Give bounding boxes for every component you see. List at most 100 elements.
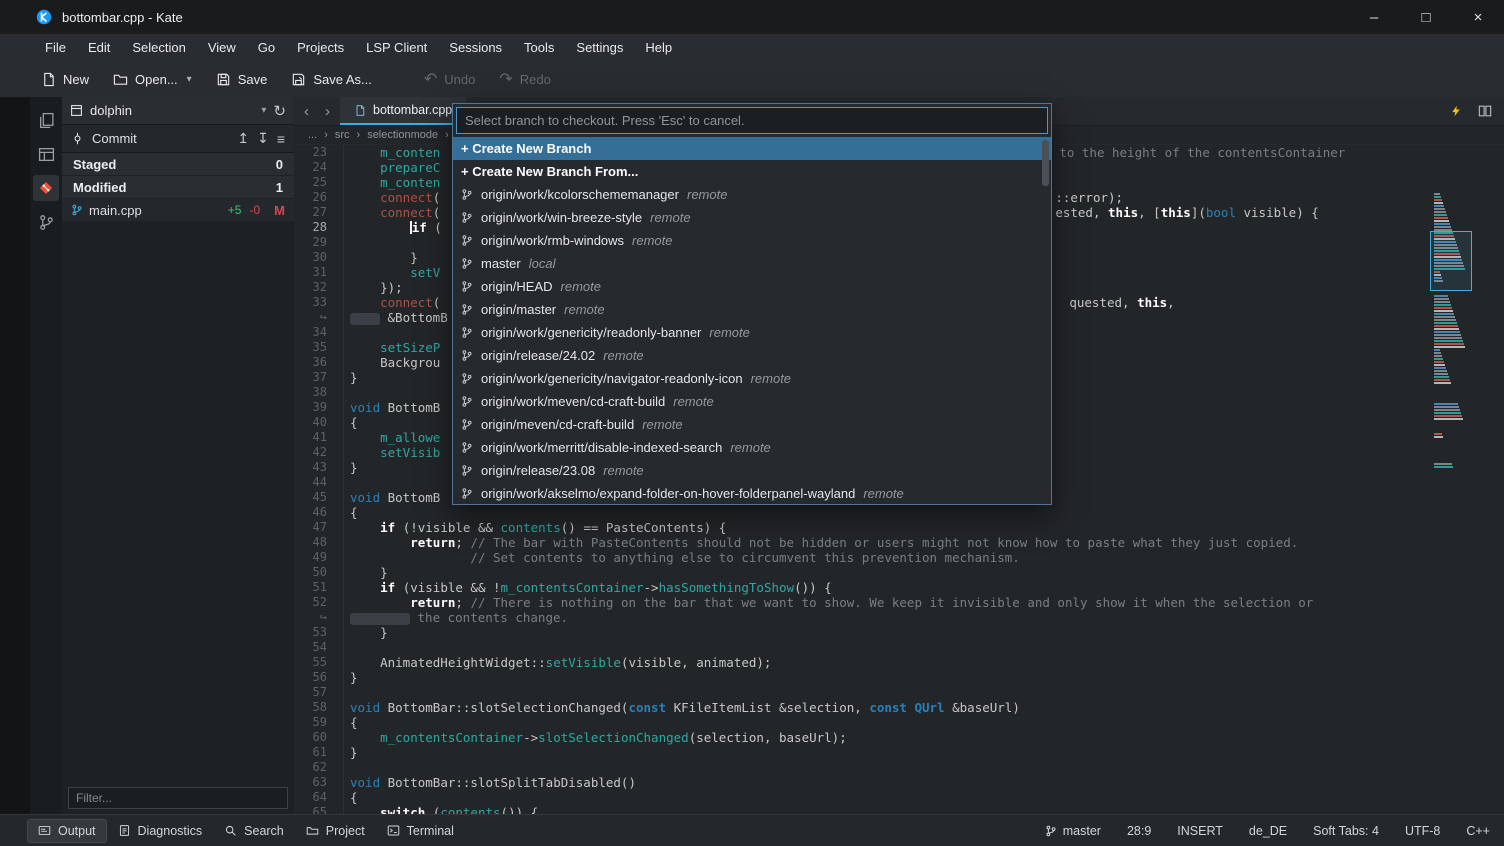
branch-item[interactable]: origin/work/kcolorschememanager remote (453, 183, 1051, 206)
push-icon[interactable]: ↥ (237, 130, 249, 147)
cursor-position[interactable]: 28:9 (1127, 824, 1151, 838)
code-line[interactable]: 60 m_contentsContainer->slotSelectionCha… (294, 730, 1504, 745)
git-panel-button[interactable] (33, 175, 59, 201)
commit-button[interactable]: Commit (92, 131, 137, 146)
dictionary-locale[interactable]: de_DE (1249, 824, 1287, 838)
line-number: 45 (294, 490, 344, 505)
encoding[interactable]: UTF-8 (1405, 824, 1440, 838)
menu-projects[interactable]: Projects (286, 34, 355, 62)
back-icon[interactable]: ‹ (304, 103, 309, 120)
minimize-button[interactable]: – (1348, 0, 1400, 34)
branch-kind: remote (632, 233, 673, 248)
documents-panel-button[interactable] (33, 107, 59, 133)
menu-lsp-client[interactable]: LSP Client (355, 34, 438, 62)
lsp-lightning-icon[interactable] (1450, 104, 1462, 118)
modified-row[interactable]: Modified 1 (62, 176, 294, 199)
code-line[interactable]: 53 } (294, 625, 1504, 640)
minimap[interactable] (1430, 193, 1472, 753)
code-line[interactable]: 59{ (294, 715, 1504, 730)
syntax-mode[interactable]: C++ (1466, 824, 1490, 838)
pull-icon[interactable]: ↧ (257, 130, 269, 147)
redo-button[interactable]: ↷ Redo (488, 67, 561, 92)
branch-item[interactable]: origin/work/akselmo/expand-folder-on-hov… (453, 482, 1051, 504)
close-button[interactable]: × (1452, 0, 1504, 34)
modified-file-row[interactable]: main.cpp +5 -0 M (62, 199, 294, 221)
filter-input[interactable] (68, 787, 288, 809)
input-mode[interactable]: INSERT (1177, 824, 1223, 838)
popup-scrollbar-thumb[interactable] (1042, 140, 1049, 186)
menu-settings[interactable]: Settings (565, 34, 634, 62)
save-as-button[interactable]: Save As... (280, 67, 383, 92)
branch-item[interactable]: origin/release/24.02 remote (453, 344, 1051, 367)
branch-item[interactable]: origin/HEAD remote (453, 275, 1051, 298)
statusbar-diagnostics-button[interactable]: Diagnostics (108, 820, 213, 842)
menu-tools[interactable]: Tools (513, 34, 565, 62)
crumb-selectionmode[interactable]: selectionmode (367, 129, 438, 141)
branch-action-item[interactable]: + Create New Branch From... (453, 160, 1051, 183)
menu-edit[interactable]: Edit (77, 34, 121, 62)
code-line[interactable]: 62 (294, 760, 1504, 775)
split-view-icon[interactable] (1478, 104, 1492, 118)
git-branch-indicator[interactable]: master (1045, 824, 1101, 838)
statusbar-terminal-button[interactable]: Terminal (377, 820, 464, 842)
dock-spacer (0, 97, 30, 815)
branch-item[interactable]: master local (453, 252, 1051, 275)
branch-item[interactable]: origin/work/win-breeze-style remote (453, 206, 1051, 229)
code-line[interactable]: 63 void BottomBar::slotSplitTabDisabled() (294, 775, 1504, 790)
code-line[interactable]: 49 // Set contents to anything else to c… (294, 550, 1504, 565)
menu-file[interactable]: File (34, 34, 77, 62)
branch-item[interactable]: origin/work/meven/cd-craft-build remote (453, 390, 1051, 413)
code-line[interactable]: 51 if (visible && !m_contentsContainer->… (294, 580, 1504, 595)
open-button[interactable]: Open... ▾ (102, 67, 203, 92)
code-line[interactable]: 61} (294, 745, 1504, 760)
minimap-viewport[interactable] (1430, 231, 1472, 291)
code-line[interactable]: 46{ (294, 505, 1504, 520)
menu-go[interactable]: Go (247, 34, 286, 62)
branch-action-item[interactable]: + Create New Branch (453, 137, 1051, 160)
tab-bottombar-cpp[interactable]: bottombar.cpp (340, 97, 467, 125)
tab-settings[interactable]: Soft Tabs: 4 (1313, 824, 1379, 838)
code-line[interactable]: ↪ the contents change. (294, 610, 1504, 625)
code-line[interactable]: 50 } (294, 565, 1504, 580)
branch-item[interactable]: origin/work/genericity/navigator-readonl… (453, 367, 1051, 390)
branch-search-input[interactable] (456, 107, 1048, 134)
code-line[interactable]: 64{ (294, 790, 1504, 805)
code-line[interactable]: 54 (294, 640, 1504, 655)
staged-row[interactable]: Staged 0 (62, 153, 294, 176)
code-line[interactable]: 55 AnimatedHeightWidget::setVisible(visi… (294, 655, 1504, 670)
branch-kind: remote (750, 371, 792, 386)
branch-item[interactable]: origin/work/merritt/disable-indexed-sear… (453, 436, 1051, 459)
menu-sessions[interactable]: Sessions (438, 34, 513, 62)
branch-item[interactable]: origin/meven/cd-craft-build remote (453, 413, 1051, 436)
git-panel: dolphin ▾ ↻ Commit ↥ ↧ ≡ Staged 0 Modifie… (62, 97, 294, 815)
statusbar-output-button[interactable]: Output (27, 818, 107, 843)
branch-item[interactable]: origin/work/genericity/readonly-banner re… (453, 321, 1051, 344)
new-button[interactable]: New (30, 67, 100, 92)
crumb-src[interactable]: src (335, 129, 350, 141)
code-line[interactable]: 48 return; // The bar with PasteContents… (294, 535, 1504, 550)
branch-item[interactable]: origin/master remote (453, 298, 1051, 321)
project-selector[interactable]: dolphin ▾ ↻ (62, 97, 294, 125)
code-line[interactable]: 47 if (!visible && contents() == PasteCo… (294, 520, 1504, 535)
project-panel-button[interactable] (33, 141, 59, 167)
git-menu-icon[interactable]: ≡ (277, 131, 285, 147)
code-line[interactable]: 58 void BottomBar::slotSelectionChanged(c… (294, 700, 1504, 715)
code-line[interactable]: 56} (294, 670, 1504, 685)
menu-view[interactable]: View (197, 34, 247, 62)
crumb-ellipsis[interactable]: ... (308, 129, 317, 141)
statusbar-search-button[interactable]: Search (214, 820, 294, 842)
menu-selection[interactable]: Selection (121, 34, 196, 62)
undo-button[interactable]: ↶ Undo (413, 67, 486, 92)
refresh-icon[interactable]: ↻ (273, 102, 286, 120)
save-button[interactable]: Save (205, 67, 279, 92)
branch-item[interactable]: origin/work/rmb-windows remote (453, 229, 1051, 252)
menu-help[interactable]: Help (634, 34, 683, 62)
symbols-panel-button[interactable] (33, 209, 59, 235)
project-chevron-icon: ▾ (261, 105, 267, 116)
maximize-button[interactable]: □ (1400, 0, 1452, 34)
branch-item[interactable]: origin/release/23.08 remote (453, 459, 1051, 482)
code-line[interactable]: 52 return; // There is nothing on the ba… (294, 595, 1504, 610)
code-line[interactable]: 57 (294, 685, 1504, 700)
forward-icon[interactable]: › (325, 103, 330, 120)
statusbar-project-button[interactable]: Project (296, 820, 375, 842)
